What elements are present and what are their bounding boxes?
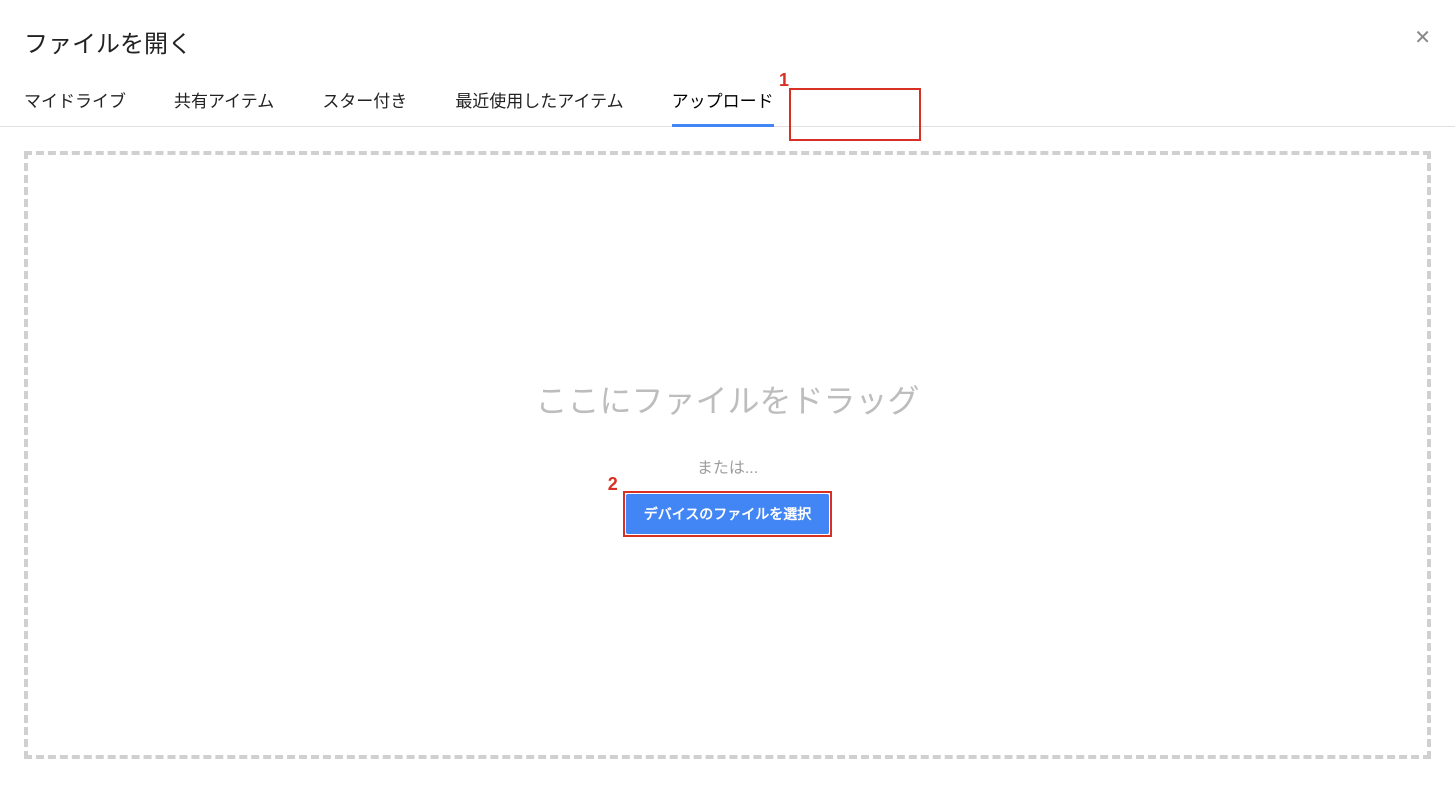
tab-upload[interactable]: アップロード (672, 87, 774, 126)
close-icon: ✕ (1414, 27, 1431, 49)
tab-shared[interactable]: 共有アイテム (174, 87, 274, 126)
tab-my-drive[interactable]: マイドライブ (24, 87, 126, 126)
dialog-header: ファイルを開く (0, 0, 1455, 59)
upload-drop-area[interactable]: ここにファイルをドラッグ または... デバイスのファイルを選択 2 (24, 151, 1431, 759)
tab-recent[interactable]: 最近使用したアイテム (455, 87, 623, 126)
tab-bar: マイドライブ 共有アイテム スター付き 最近使用したアイテム アップロード (0, 59, 1455, 127)
tab-starred[interactable]: スター付き (322, 87, 407, 126)
or-text: または... (697, 454, 758, 478)
drop-instruction-text: ここにファイルをドラッグ (535, 376, 919, 422)
select-device-file-button[interactable]: デバイスのファイルを選択 (626, 494, 830, 534)
select-button-wrap: デバイスのファイルを選択 2 (626, 494, 830, 534)
annotation-number-2: 2 (608, 474, 618, 495)
dialog-title: ファイルを開く (24, 24, 1431, 59)
close-button[interactable]: ✕ (1414, 28, 1431, 48)
